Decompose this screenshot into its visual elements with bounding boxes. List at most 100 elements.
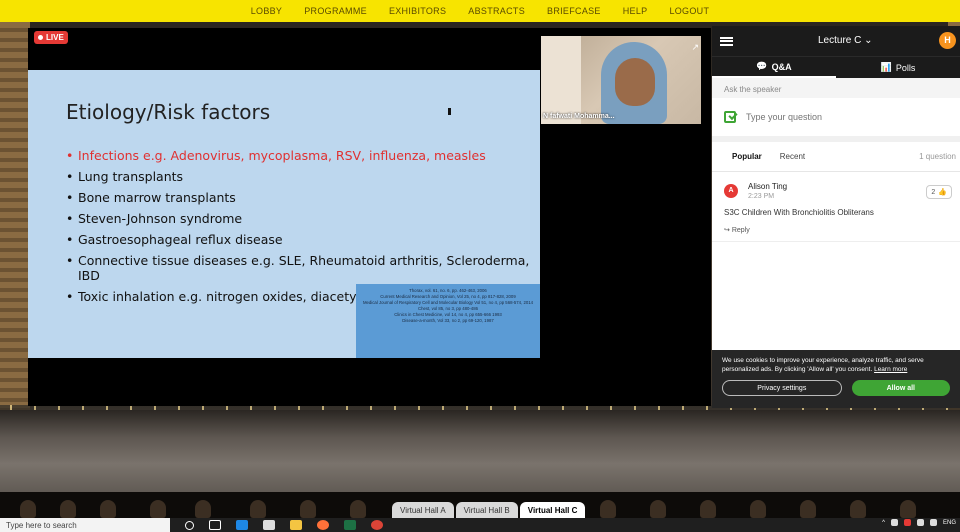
stage-wood-panel-left <box>0 22 30 422</box>
tray-network-icon[interactable] <box>929 519 937 526</box>
compose-icon <box>724 111 736 123</box>
upvote-button[interactable]: 2 👍 <box>926 185 952 199</box>
audience-head <box>60 500 76 518</box>
file-explorer-icon[interactable] <box>290 520 302 530</box>
nav-help[interactable]: HELP <box>623 6 648 16</box>
audience-head <box>750 500 766 518</box>
live-label: LIVE <box>46 33 64 42</box>
slide-bullet: Steven-Johnson syndrome <box>66 211 536 226</box>
nav-logout[interactable]: LOGOUT <box>669 6 709 16</box>
panel-tabs: 💬 Q&A 📊 Polls <box>712 56 960 78</box>
hamburger-menu-icon[interactable] <box>720 36 733 46</box>
stage-floor <box>0 410 960 500</box>
chat-bubbles-icon: 💬 <box>756 61 768 71</box>
slide-bullet: Connective tissue diseases e.g. SLE, Rhe… <box>66 253 536 283</box>
cortana-icon[interactable] <box>185 520 194 530</box>
user-avatar[interactable]: H <box>939 32 956 49</box>
allow-all-button[interactable]: Allow all <box>851 380 950 396</box>
audience-head <box>100 500 116 518</box>
excel-icon[interactable] <box>344 520 356 530</box>
expand-arrow-icon[interactable]: ↗ <box>691 42 699 53</box>
firefox-icon[interactable] <box>317 520 329 530</box>
slide-bullet: Lung transplants <box>66 169 536 184</box>
thumbs-up-icon: 👍 <box>938 189 947 196</box>
store-icon[interactable] <box>263 520 275 530</box>
nav-exhibitors[interactable]: EXHIBITORS <box>389 6 446 16</box>
taskbar-search-placeholder: Type here to search <box>6 520 77 530</box>
nav-programme[interactable]: PROGRAMME <box>304 6 367 16</box>
tab-qa-label: Q&A <box>771 61 792 72</box>
tray-volume-icon[interactable] <box>916 519 924 526</box>
bar-chart-icon: 📊 <box>880 62 892 72</box>
tab-polls[interactable]: 📊 Polls <box>836 57 960 78</box>
question-composer <box>712 98 960 142</box>
audience-head <box>195 500 211 518</box>
nav-abstracts[interactable]: ABSTRACTS <box>468 6 525 16</box>
panel-header: Lecture C ⌄ H <box>712 26 960 56</box>
chevron-down-icon: ⌄ <box>864 35 873 46</box>
audience-head <box>850 500 866 518</box>
question-author: Alison Ting <box>748 182 788 191</box>
reply-link[interactable]: ↪ Reply <box>724 226 750 234</box>
hall-tab-b[interactable]: Virtual Hall B <box>455 502 518 519</box>
audience-head <box>700 500 716 518</box>
nav-briefcase[interactable]: BRIEFCASE <box>547 6 601 16</box>
lecture-selector-label: Lecture C <box>818 35 862 46</box>
nav-lobby[interactable]: LOBBY <box>251 6 283 16</box>
lecture-selector[interactable]: Lecture C ⌄ <box>818 35 873 46</box>
cookie-buttons: Privacy settings Allow all <box>722 380 950 396</box>
speaker-face <box>615 58 655 106</box>
live-dot-icon <box>38 35 43 40</box>
tray-app-icon[interactable] <box>890 519 898 526</box>
chrome-icon[interactable] <box>371 520 383 530</box>
audience-head <box>20 500 36 518</box>
camera-background-wall <box>541 36 581 124</box>
hall-tabs: Virtual Hall A Virtual Hall B Virtual Ha… <box>392 502 586 519</box>
audience-head <box>900 500 916 518</box>
edge-icon[interactable] <box>236 520 248 530</box>
question-count: 1 question <box>919 152 956 161</box>
tab-polls-label: Polls <box>895 62 916 73</box>
audience-head <box>150 500 166 518</box>
speaker-name: N fafwati Mohamma... <box>543 113 615 120</box>
reply-arrow-icon: ↪ <box>724 227 730 234</box>
audience-head <box>350 500 366 518</box>
sort-popular[interactable]: Popular <box>732 152 762 161</box>
privacy-settings-button[interactable]: Privacy settings <box>722 380 842 396</box>
slide-bullet: Gastroesophageal reflux disease <box>66 232 536 247</box>
question-time: 2:23 PM <box>748 193 775 200</box>
tray-language[interactable]: ENG <box>943 520 956 526</box>
cookie-banner: We use cookies to improve your experienc… <box>712 350 960 408</box>
video-player[interactable]: LIVE Etiology/Risk factors Infections e.… <box>28 28 711 406</box>
audience-head <box>250 500 266 518</box>
taskbar-search[interactable]: Type here to search <box>0 518 170 532</box>
audience-head <box>650 500 666 518</box>
tray-chevron-icon[interactable]: ^ <box>882 520 885 526</box>
hall-tab-a[interactable]: Virtual Hall A <box>392 502 454 519</box>
reference-line: Disease-a-month, Vol 33, no 2, pp 69-120… <box>402 318 494 323</box>
speaker-camera: ↗ N fafwati Mohamma... <box>541 36 701 124</box>
task-view-icon[interactable] <box>209 520 221 530</box>
live-badge: LIVE <box>34 31 68 44</box>
tab-qa[interactable]: 💬 Q&A <box>712 57 836 78</box>
question-input[interactable] <box>746 112 926 122</box>
question-sort-tabs: Popular Recent 1 question <box>712 142 960 172</box>
learn-more-link[interactable]: Learn more <box>874 366 907 373</box>
audience-head <box>800 500 816 518</box>
ask-the-speaker-label: Ask the speaker <box>712 78 960 98</box>
text-cursor-mark <box>448 108 451 115</box>
cookie-text: We use cookies to improve your experienc… <box>722 356 950 374</box>
top-nav: LOBBY PROGRAMME EXHIBITORS ABSTRACTS BRI… <box>0 0 960 22</box>
question-item: A Alison Ting 2:23 PM 2 👍 S3C Children W… <box>712 172 960 242</box>
slide-bullet: Infections e.g. Adenovirus, mycoplasma, … <box>66 148 536 163</box>
presentation-slide: Etiology/Risk factors Infections e.g. Ad… <box>28 70 540 358</box>
question-text: S3C Children With Bronchiolitis Oblitera… <box>724 208 874 217</box>
audience-head <box>300 500 316 518</box>
os-taskbar: Type here to search ^ ENG <box>0 518 960 532</box>
upvote-count: 2 <box>931 188 936 196</box>
question-author-avatar: A <box>724 184 738 198</box>
system-tray: ^ ENG <box>882 519 956 526</box>
hall-tab-c[interactable]: Virtual Hall C <box>519 502 586 519</box>
tray-antivirus-icon[interactable] <box>903 519 911 526</box>
sort-recent[interactable]: Recent <box>780 152 805 161</box>
